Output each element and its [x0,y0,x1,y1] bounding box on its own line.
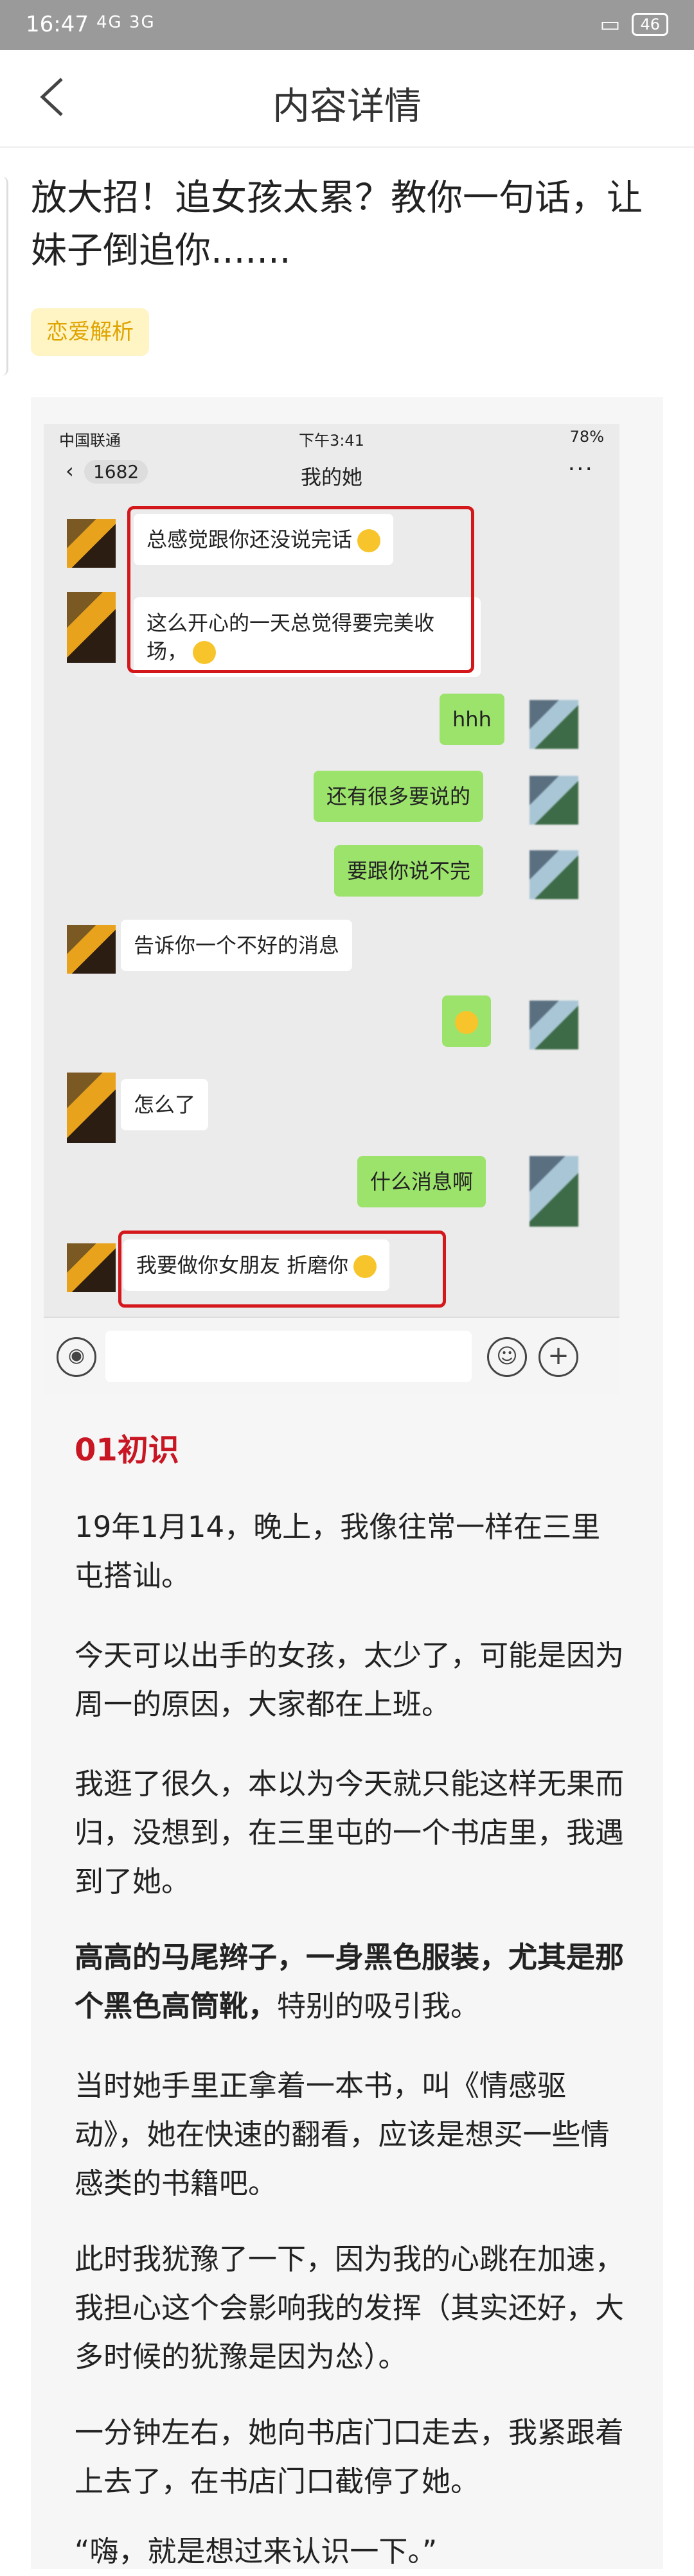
avatar [529,776,578,825]
category-tag[interactable]: 恋爱解析 [31,308,149,356]
screenshot-input-field [105,1331,472,1382]
cast-icon: ▭ [600,12,621,37]
paragraph: 我逛了很久，本以为今天就只能这样无果而归，没想到，在三里屯的一个书店里，我遇到了… [75,1767,625,1898]
paragraph: 一分钟左右，她向书店门口走去，我紧跟着上去了，在书店门口截停了她。 [75,2415,625,2498]
paragraph: 此时我犹豫了一下，因为我的心跳在加速，我担心这个会影响我的发挥（其实还好，大多时… [75,2242,625,2374]
chat-screenshot-image: 中国联通 下午3:41 78% ‹ 1682 我的她 ··· 总感觉跟你还没说完… [44,424,619,1394]
article-title: 放大招！追女孩太累？教你一句话，让妹子倒追你....... [31,177,643,272]
chat-message: 还有很多要说的 [314,771,484,822]
chat-message: 告诉你一个不好的消息 [121,920,353,971]
status-bar: 16:47 4G 3G ▭ 46 [0,0,694,50]
plus-icon: + [538,1337,578,1377]
paragraph: 高高的马尾辫子，一身黑色服装，尤其是那个黑色高筒靴，特别的吸引我。 [75,1940,625,2023]
screenshot-chat-header: ‹ 1682 我的她 ··· [44,450,619,500]
chat-message: 什么消息啊 [357,1156,486,1207]
status-time: 16:47 [26,12,89,37]
avatar [529,700,578,749]
paragraph: 19年1月14，晚上，我像往常一样在三里屯搭讪。 [75,1510,601,1593]
avatar [529,850,578,899]
voice-icon: ◉ [57,1337,96,1377]
avatar [67,1243,116,1292]
more-icon: ··· [567,456,594,482]
screenshot-time: 下午3:41 [299,432,364,450]
chat-message: 怎么了 [121,1079,209,1130]
section-title: 01初识 [75,1432,179,1468]
avatar [67,519,116,568]
app-header: 内容详情 [0,50,694,148]
screenshot-input-bar: ◉ ☺ + [44,1317,619,1394]
page-title: 内容详情 [272,84,422,128]
battery-icon: 46 [632,13,668,36]
avatar [529,1001,578,1049]
chat-message [442,995,491,1047]
screenshot-battery: 78% [569,428,604,446]
emoji-icon [455,1011,478,1034]
avatar [529,1156,578,1227]
contact-name: 我的她 [300,465,362,489]
paragraph: 今天可以出手的女孩，太少了，可能是因为周一的原因，大家都在上班。 [75,1638,625,1721]
chat-message: 要跟你说不完 [334,845,484,897]
avatar [67,925,116,974]
side-indicator [0,177,8,376]
highlight-box [127,506,474,673]
signal-icon: 4G 3G [96,13,156,32]
avatar [67,592,116,663]
screenshot-status-bar: 中国联通 下午3:41 78% [44,424,619,450]
avatar [67,1073,116,1143]
highlight-box [118,1231,446,1308]
paragraph: 当时她手里正拿着一本书，叫《情感驱动》，她在快速的翻看，应该是想买一些情感类的书… [75,2069,610,2200]
emoji-picker-icon: ☺ [487,1337,527,1377]
chat-message: hhh [440,694,504,745]
